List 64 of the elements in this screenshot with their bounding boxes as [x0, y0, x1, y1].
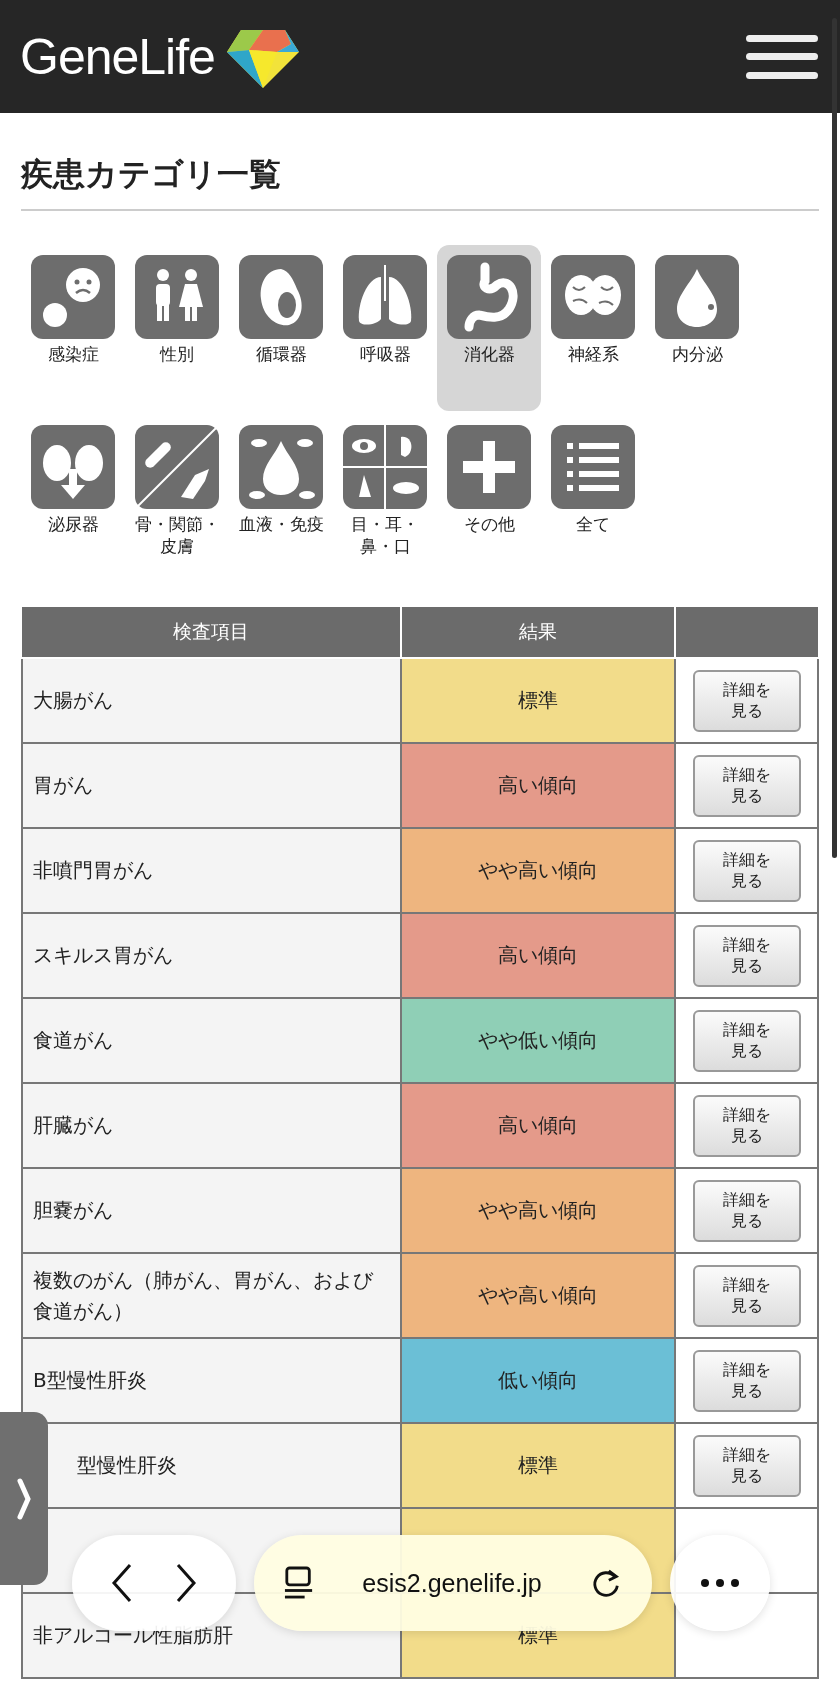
table-cell: 肝臓がん [22, 1083, 401, 1168]
lungs-icon [343, 255, 427, 339]
stomach-icon [447, 255, 531, 339]
category-button[interactable]: 内分泌 [645, 245, 749, 411]
category-button[interactable]: 感染症 [21, 245, 125, 411]
table-cell: 胆嚢がん [22, 1168, 401, 1253]
result-cell: 標準 [401, 1423, 675, 1508]
table-cell: 大腸がん [22, 658, 401, 743]
category-button[interactable]: 神経系 [541, 245, 645, 411]
category-button[interactable]: その他 [437, 415, 541, 581]
result-cell: やや高い傾向 [401, 1253, 675, 1338]
category-button[interactable]: 消化器 [437, 245, 541, 411]
category-button[interactable]: 呼吸器 [333, 245, 437, 411]
category-button[interactable]: 泌尿器 [21, 415, 125, 581]
menu-icon[interactable] [746, 34, 818, 79]
drop-icon [655, 255, 739, 339]
result-cell: やや低い傾向 [401, 998, 675, 1083]
result-cell: 標準 [401, 658, 675, 743]
page-title: 疾患カテゴリ一覧 [21, 153, 819, 211]
chevron-right-icon [16, 1476, 32, 1521]
details-button[interactable]: 詳細を見る [692, 754, 801, 817]
table-cell: 複数のがん（肺がん、胃がん、および食道がん） [22, 1253, 401, 1338]
table-cell: B型慢性肝炎 [22, 1338, 401, 1423]
result-cell: やや高い傾向 [401, 828, 675, 913]
column-header: 結果 [401, 607, 675, 658]
table-cell: 胃がん [22, 743, 401, 828]
blood-icon [239, 425, 323, 509]
logo-text[interactable]: GeneLife [20, 27, 215, 86]
result-cell: 高い傾向 [401, 913, 675, 998]
details-button[interactable]: 詳細を見る [692, 1434, 801, 1497]
category-button[interactable]: 骨・関節・皮膚 [125, 415, 229, 581]
details-button[interactable]: 詳細を見る [692, 1009, 801, 1072]
tabs-icon[interactable] [284, 1566, 314, 1600]
face-parts-icon [343, 425, 427, 509]
forward-icon[interactable] [174, 1563, 198, 1603]
details-button[interactable]: 詳細を見る [692, 1349, 801, 1412]
more-icon [700, 1578, 740, 1588]
details-button[interactable]: 詳細を見る [692, 1179, 801, 1242]
result-cell: 低い傾向 [401, 1338, 675, 1423]
list-icon [551, 425, 635, 509]
details-button[interactable]: 詳細を見る [692, 1094, 801, 1157]
reload-icon[interactable] [590, 1567, 622, 1599]
result-cell: やや高い傾向 [401, 1168, 675, 1253]
category-button[interactable]: 全て [541, 415, 645, 581]
plus-icon [447, 425, 531, 509]
details-button[interactable]: 詳細を見る [692, 924, 801, 987]
table-cell: スキルス胃がん [22, 913, 401, 998]
details-button[interactable]: 詳細を見る [692, 1264, 801, 1327]
category-button[interactable]: 目・耳・鼻・口 [333, 415, 437, 581]
table-cell: 非噴門胃がん [22, 828, 401, 913]
column-header: 検査項目 [22, 607, 401, 658]
back-icon[interactable] [110, 1563, 134, 1603]
category-button[interactable]: 性別 [125, 245, 229, 411]
category-button[interactable]: 血液・免疫 [229, 415, 333, 581]
details-button[interactable]: 詳細を見る [692, 839, 801, 902]
address-bar[interactable]: esis2.genelife.jp [254, 1535, 652, 1631]
details-button[interactable]: 詳細を見る [692, 669, 801, 732]
table-cell: 食道がん [22, 998, 401, 1083]
kidneys-icon [31, 425, 115, 509]
side-tab[interactable] [0, 1412, 48, 1585]
result-cell: 高い傾向 [401, 1083, 675, 1168]
category-button[interactable]: 循環器 [229, 245, 333, 411]
people-icon [135, 255, 219, 339]
result-cell: 高い傾向 [401, 743, 675, 828]
